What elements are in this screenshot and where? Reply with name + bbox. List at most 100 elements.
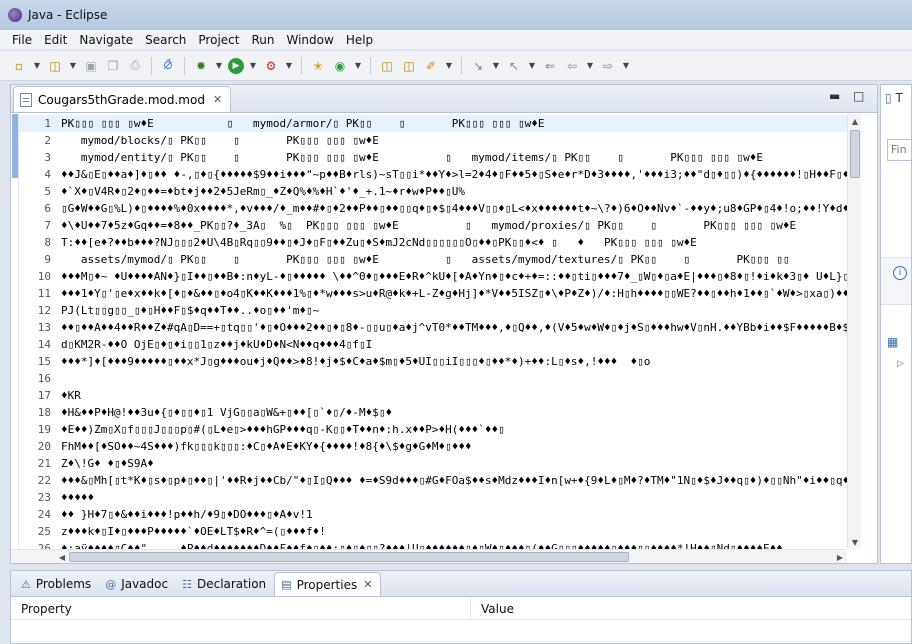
code-line[interactable]: 14 d▯KM2R-♦♦O OjE▯♦▯♦i▯▯1▯z♦♦j♦kU♦D♦N<N♦♦… bbox=[19, 336, 847, 353]
scroll-down-icon[interactable]: ▼ bbox=[848, 535, 862, 549]
toolbar-separator bbox=[370, 56, 371, 75]
code-line-text: ♦♦J&▯E▯♦♦a♦]♦▯♦♦ ♦-,▯♦▯{♦♦♦♦♦$9♦♦i♦♦♦"~p… bbox=[61, 168, 847, 181]
code-line[interactable]: 18 ♦H&♦♦P♦H@!♦♦3u♦{▯♦▯▯♦▯1 VjG▯▯a▯W&+▯♦♦[… bbox=[19, 404, 847, 421]
menu-window[interactable]: Window bbox=[280, 33, 339, 47]
line-number: 4 bbox=[44, 168, 51, 181]
code-line[interactable]: 5 ♦`X♦▯V4R♦▯2♦▯♦♦=♦bt♦j♦♦2♦5JeRm▯_♦Z♦Q%♦%… bbox=[19, 183, 847, 200]
code-line[interactable]: 11 ♦♦♦1♦Y▯'▯e♦x♦♦k♦[♦▯♦&♦♦▯♦o4▯K♦♦K♦♦♦1%▯… bbox=[19, 285, 847, 302]
code-line[interactable]: 26 ♦:aÿ♦♦♦♦▯C♦♦" ♦P♦♦d♦♦♦♦♦♦♦D♦♦F♦♦f♦▯♦♦:… bbox=[19, 540, 847, 549]
search-icon[interactable]: ✐ bbox=[422, 57, 440, 75]
find-input[interactable]: Fin bbox=[887, 139, 911, 161]
close-icon[interactable]: ✕ bbox=[213, 93, 222, 106]
menu-search[interactable]: Search bbox=[139, 33, 192, 47]
debug-dropdown-chevron-icon[interactable]: ▼ bbox=[214, 57, 224, 75]
code-line[interactable]: 23 ♦♦♦♦♦ bbox=[19, 489, 847, 506]
code-line[interactable]: 8 T:♦♦[e♦?♦♦b♦♦♦?NJ▯▯▯2♦U\4B▯Rq▯▯9♦♦▯♦J♦▯… bbox=[19, 234, 847, 251]
horizontal-scroll-thumb[interactable] bbox=[69, 552, 629, 562]
code-line[interactable]: 2 mymod/blocks/▯ PK▯▯ ▯ PK▯▯▯ ▯▯▯ ▯w♦E bbox=[19, 132, 847, 149]
debug-icon[interactable]: ✹ bbox=[192, 57, 210, 75]
new-icon[interactable]: ▫ bbox=[10, 57, 28, 75]
menu-edit[interactable]: Edit bbox=[38, 33, 73, 47]
skip-breakpoints-icon[interactable]: ⦳ bbox=[159, 57, 177, 75]
save-icon[interactable]: ▣ bbox=[82, 57, 100, 75]
line-number: 2 bbox=[44, 134, 51, 147]
open-icon[interactable]: ◫ bbox=[46, 57, 64, 75]
code-line[interactable]: 15 ♦♦♦*]♦[♦♦♦9♦♦♦♦♦▯♦♦x*J▯g♦♦♦ou♦j♦Q♦♦>♦8… bbox=[19, 353, 847, 370]
code-line[interactable]: 17 ♦KR bbox=[19, 387, 847, 404]
save-all-icon[interactable]: ❐ bbox=[104, 57, 122, 75]
tree-expand-icon[interactable]: ▷ bbox=[897, 359, 904, 369]
scroll-right-icon[interactable]: ▶ bbox=[833, 550, 847, 564]
run-dropdown-chevron-icon[interactable]: ▼ bbox=[248, 57, 258, 75]
line-number: 8 bbox=[44, 236, 51, 249]
next-annotation-icon[interactable]: ↘ bbox=[469, 57, 487, 75]
minimize-icon[interactable]: ▬ bbox=[829, 89, 840, 103]
close-icon[interactable]: ✕ bbox=[363, 578, 372, 591]
code-line[interactable]: 7 ♦\♦U♦♦7♦5z♦Gq♦♦=♦8♦♦_PK▯▯?♦_3A▯ %▯ PK▯▯… bbox=[19, 217, 847, 234]
back-icon[interactable]: ⇦ bbox=[563, 57, 581, 75]
code-line[interactable]: 20 FhM♦♦[♦SO♦♦~4S♦♦♦)fk▯▯▯k▯▯▯:♦C▯♦A♦E♦KY… bbox=[19, 438, 847, 455]
forward-dropdown-chevron-icon[interactable]: ▼ bbox=[621, 57, 631, 75]
horizontal-scrollbar[interactable]: ◀ ▶ bbox=[11, 549, 847, 563]
external-tools-dropdown-chevron-icon[interactable]: ▼ bbox=[284, 57, 294, 75]
table-row bbox=[11, 620, 911, 642]
code-line[interactable]: 10 ♦♦♦M▯♦~ ♦U♦♦♦♦AN♦}▯I♦♦▯♦♦B♦:n♦yL-♦▯♦♦♦… bbox=[19, 268, 847, 285]
tab-declaration[interactable]: ☷ Declaration bbox=[176, 572, 274, 596]
menu-project[interactable]: Project bbox=[192, 33, 245, 47]
code-line-text: ♦♦♦*]♦[♦♦♦9♦♦♦♦♦▯♦♦x*J▯g♦♦♦ou♦j♦Q♦♦>♦8!♦… bbox=[61, 355, 651, 368]
code-line-text: PJ(Lt▯▯g▯▯_▯♦▯H♦♦F▯$♦q♦♦T♦♦..♦o▯♦♦'m♦▯~ bbox=[61, 304, 320, 317]
next-annotation-dropdown-chevron-icon[interactable]: ▼ bbox=[491, 57, 501, 75]
new-class-icon[interactable]: ◉ bbox=[331, 57, 349, 75]
code-line[interactable]: 22 ♦♦♦&▯Mh[▯t*K♦▯s♦▯p♦▯♦♦▯|'♦♦R♦j♦♦Cb/"♦▯… bbox=[19, 472, 847, 489]
forward-icon[interactable]: ⇨ bbox=[599, 57, 617, 75]
menu-help[interactable]: Help bbox=[340, 33, 379, 47]
new-dropdown-chevron-icon[interactable]: ▼ bbox=[32, 57, 42, 75]
code-line[interactable]: 24 ♦♦ }H♦7▯♦&♦♦i♦♦♦!p♦♦h/♦9▯♦DO♦♦♦▯♦A♦v!1 bbox=[19, 506, 847, 523]
open-dropdown-chevron-icon[interactable]: ▼ bbox=[68, 57, 78, 75]
value-column-header[interactable]: Value bbox=[471, 598, 524, 619]
new-class-dropdown-chevron-icon[interactable]: ▼ bbox=[353, 57, 363, 75]
code-line[interactable]: 6 ▯G♦W♦♦G▯%L)♦▯♦♦♦♦%♦0x♦♦♦♦*,♦v♦♦♦/♦_m♦♦#… bbox=[19, 200, 847, 217]
scroll-up-icon[interactable]: ▲ bbox=[848, 114, 862, 128]
editor-tab[interactable]: Cougars5thGrade.mod.mod ✕ bbox=[13, 86, 232, 112]
task-list-tab[interactable]: ▯ T bbox=[885, 91, 903, 105]
code-line-text: ♦E♦♦)Zm▯X▯f▯▯▯J▯▯▯p▯#(▯L♦e▯>♦♦♦hGP♦♦♦q▯-… bbox=[61, 423, 505, 436]
vertical-scroll-thumb[interactable] bbox=[850, 130, 860, 178]
open-task-icon[interactable]: ◫ bbox=[400, 57, 418, 75]
code-line[interactable]: 9 assets/mymod/▯ PK▯▯ ▯ PK▯▯▯ ▯▯▯ ▯w♦E ▯… bbox=[19, 251, 847, 268]
code-line[interactable]: 13 ♦♦▯♦♦A♦♦4♦♦R♦♦Z♦#qA▯D==+▯tq▯▯'♦▯♦O♦♦♦2… bbox=[19, 319, 847, 336]
new-java-project-icon[interactable]: ✭ bbox=[309, 57, 327, 75]
code-line[interactable]: 3 mymod/entity/▯ PK▯▯ ▯ PK▯▯▯ ▯▯▯ ▯w♦E ▯… bbox=[19, 149, 847, 166]
property-column-header[interactable]: Property bbox=[11, 598, 471, 619]
toolbar-separator bbox=[151, 56, 152, 75]
print-icon[interactable]: ⎙ bbox=[126, 57, 144, 75]
scroll-left-icon[interactable]: ◀ bbox=[55, 550, 69, 564]
prev-annotation-dropdown-chevron-icon[interactable]: ▼ bbox=[527, 57, 537, 75]
prev-annotation-icon[interactable]: ↖ bbox=[505, 57, 523, 75]
code-line[interactable]: 21 Z♦\!G♦ ♦▯♦S9A♦ bbox=[19, 455, 847, 472]
code-line[interactable]: 1 PK▯▯▯ ▯▯▯ ▯w♦E ▯ mymod/armor/▯ PK▯▯ ▯ P… bbox=[19, 115, 847, 132]
back-dropdown-chevron-icon[interactable]: ▼ bbox=[585, 57, 595, 75]
maximize-icon[interactable]: □ bbox=[853, 89, 864, 103]
editor-tab-bar: Cougars5thGrade.mod.mod ✕ ▬ □ bbox=[11, 85, 877, 113]
outline-icon[interactable]: ▦ bbox=[887, 335, 898, 349]
tab-properties[interactable]: ▤ Properties ✕ bbox=[274, 572, 382, 596]
run-icon[interactable]: ▶ bbox=[228, 57, 244, 74]
code-line[interactable]: 25 z♦♦♦k♦▯I♦▯♦♦♦P♦♦♦♦♦`♦OE♦LT$♦R♦^=(▯♦♦♦f… bbox=[19, 523, 847, 540]
menu-run[interactable]: Run bbox=[245, 33, 280, 47]
search-dropdown-chevron-icon[interactable]: ▼ bbox=[444, 57, 454, 75]
code-text-area[interactable]: 1 PK▯▯▯ ▯▯▯ ▯w♦E ▯ mymod/armor/▯ PK▯▯ ▯ P… bbox=[11, 114, 847, 549]
tab-javadoc[interactable]: @ Javadoc bbox=[99, 572, 176, 596]
menu-file[interactable]: File bbox=[6, 33, 38, 47]
open-type-icon[interactable]: ◫ bbox=[378, 57, 396, 75]
code-line[interactable]: 12 PJ(Lt▯▯g▯▯_▯♦▯H♦♦F▯$♦q♦♦T♦♦..♦o▯♦♦'m♦▯… bbox=[19, 302, 847, 319]
last-edit-icon[interactable]: ⇐ bbox=[541, 57, 559, 75]
code-line[interactable]: 4 ♦♦J&▯E▯♦♦a♦]♦▯♦♦ ♦-,▯♦▯{♦♦♦♦♦$9♦♦i♦♦♦"~… bbox=[19, 166, 847, 183]
title-bar: Java - Eclipse bbox=[0, 0, 912, 30]
external-tools-icon[interactable]: ⚙ bbox=[262, 57, 280, 75]
tab-problems[interactable]: ⚠ Problems bbox=[15, 572, 99, 596]
code-line[interactable]: 19 ♦E♦♦)Zm▯X▯f▯▯▯J▯▯▯p▯#(▯L♦e▯>♦♦♦hGP♦♦♦q… bbox=[19, 421, 847, 438]
menu-navigate[interactable]: Navigate bbox=[73, 33, 139, 47]
vertical-scrollbar[interactable]: ▲ ▼ bbox=[847, 114, 861, 549]
code-line[interactable]: 16 bbox=[19, 370, 847, 387]
